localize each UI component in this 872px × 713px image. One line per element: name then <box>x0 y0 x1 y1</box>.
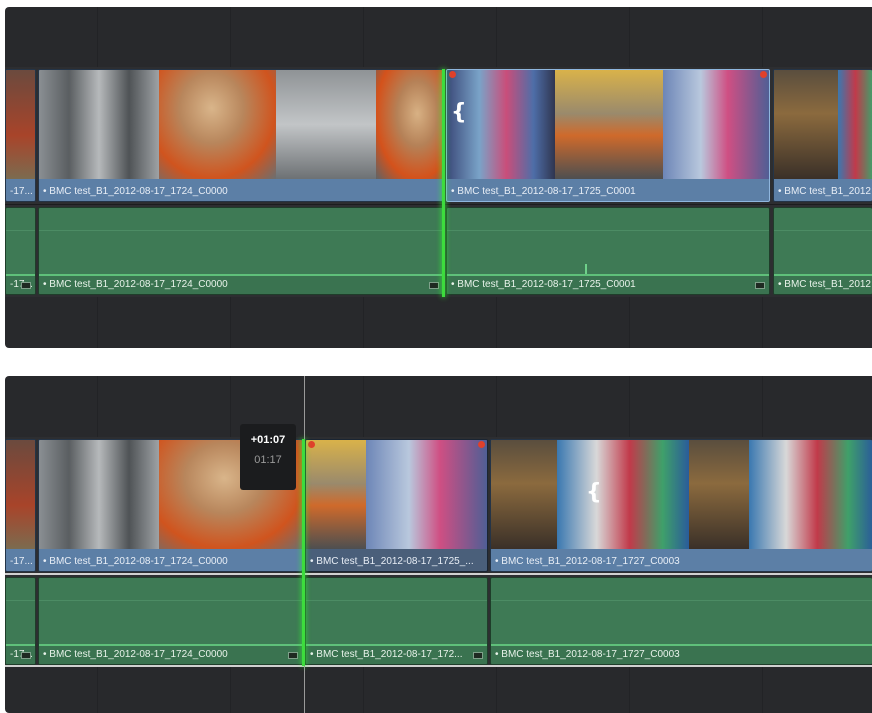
selection-line <box>5 573 872 575</box>
clip-name: • BMC test_B1_2012-08-17_1725_... <box>310 556 474 567</box>
clip-name: -17... <box>10 186 33 197</box>
trim-bracket-icon: { <box>586 480 602 505</box>
clip-thumbnails <box>447 70 769 179</box>
clip-name: -17... <box>10 556 33 567</box>
trim-tooltip: +01:07 01:17 <box>240 424 296 490</box>
clip-icon <box>755 282 765 289</box>
clip-thumbnails <box>6 70 35 179</box>
video-clip[interactable]: • BMC test_B1_2012-08-17_1724_C0000 <box>38 69 444 202</box>
video-clip[interactable]: -17... <box>5 69 36 202</box>
waveform <box>39 638 302 646</box>
audio-clip[interactable]: -17... <box>5 207 36 295</box>
audio-clip[interactable]: • BMC test_B1_2012-08-17_1724_C0000 <box>38 207 444 295</box>
clip-icon <box>429 282 439 289</box>
tooltip-duration: 01:17 <box>254 454 282 466</box>
tooltip-offset: +01:07 <box>250 434 286 446</box>
clip-icon <box>21 652 31 659</box>
clip-icon <box>288 652 298 659</box>
audio-clip[interactable]: • BMC test_B1_2012-08-17_172... <box>305 577 488 665</box>
audio-clip[interactable]: • BMC test_B1_2012-08-17_1724_C0000 <box>38 577 303 665</box>
waveform <box>306 638 487 646</box>
clip-name: • BMC test_B1_2012 <box>778 186 871 197</box>
clip-thumbnails <box>774 70 872 179</box>
marker-icon[interactable] <box>760 71 767 78</box>
clip-name: • BMC test_B1_2012-08-17_1724_C0000 <box>39 276 443 294</box>
selection-line <box>5 665 872 667</box>
clip-name: • BMC test_B1_2012-08-17_1727_C0003 <box>495 556 680 567</box>
waveform <box>774 268 872 276</box>
clip-thumbnails <box>6 440 35 549</box>
clip-name: • BMC test_B1_2012-08-17_1725_C0001 <box>451 186 636 197</box>
clip-name: • BMC test_B1_2012-08-17_1724_C0000 <box>39 646 302 664</box>
clip-name: • BMC test_B1_2012-08-17_172... <box>306 646 487 664</box>
video-clip[interactable]: -17... <box>5 439 36 572</box>
clip-name: • BMC test_B1_2012-08-17_1724_C0000 <box>43 556 228 567</box>
edit-point-handle[interactable] <box>442 69 445 297</box>
clip-name: • BMC test_B1_2012-08-17_1724_C0000 <box>43 186 228 197</box>
clip-icon <box>21 282 31 289</box>
timeline-panel-top: -17... • BMC test_B1_2012-08-17_1724_C00… <box>5 7 872 348</box>
video-clip[interactable]: • BMC test_B1_2012 <box>773 69 872 202</box>
clip-thumbnails <box>39 70 443 179</box>
marker-icon[interactable] <box>449 71 456 78</box>
clip-name: • BMC test_B1_2012-08-17_1727_C0003 <box>491 646 872 664</box>
audio-clip[interactable]: • BMC test_B1_2012 <box>773 207 872 295</box>
audio-clip[interactable]: -17... <box>5 577 36 665</box>
clip-name: • BMC test_B1_2012-08-17_1725_C0001 <box>447 276 769 294</box>
waveform <box>6 638 35 646</box>
audio-clip[interactable]: • BMC test_B1_2012-08-17_1727_C0003 <box>490 577 872 665</box>
marker-icon[interactable] <box>308 441 315 448</box>
marker-icon[interactable] <box>478 441 485 448</box>
timeline-panel-bottom: -17... • BMC test_B1_2012-08-17_1724_C00… <box>5 376 872 713</box>
video-clip[interactable]: • BMC test_B1_2012-08-17_1727_C0003 { <box>490 439 872 572</box>
clip-thumbnails <box>491 440 872 549</box>
waveform <box>39 268 443 276</box>
waveform <box>6 268 35 276</box>
trim-bracket-icon: { <box>451 100 467 125</box>
edit-point-handle[interactable] <box>302 439 305 666</box>
clip-name: • BMC test_B1_2012 <box>774 276 872 294</box>
video-clip-selected[interactable]: • BMC test_B1_2012-08-17_1725_... <box>305 439 488 572</box>
clip-icon <box>473 652 483 659</box>
clip-thumbnails <box>306 440 487 549</box>
track-divider <box>5 204 872 205</box>
waveform <box>491 638 872 646</box>
waveform <box>447 268 769 276</box>
video-clip[interactable]: • BMC test_B1_2012-08-17_1725_C0001 { <box>446 69 770 202</box>
waveform-peak <box>585 264 587 274</box>
audio-clip[interactable]: • BMC test_B1_2012-08-17_1725_C0001 <box>446 207 770 295</box>
